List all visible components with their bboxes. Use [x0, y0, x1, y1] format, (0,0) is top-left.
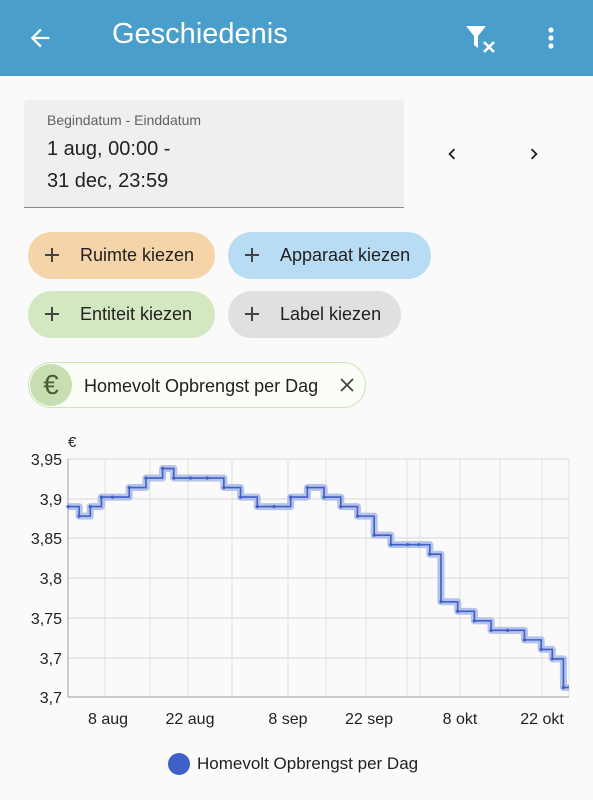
pick-area-button[interactable]: Ruimte kiezen [28, 232, 215, 279]
pick-device-label: Apparaat kiezen [280, 245, 411, 265]
chevron-left-icon [448, 148, 456, 160]
pick-area-label: Ruimte kiezen [80, 245, 195, 265]
x-tick-label: 22 aug [166, 711, 215, 728]
data-point [188, 476, 193, 480]
y-tick-label: 3,95 [31, 452, 62, 469]
selected-entity-label: Homevolt Opbrengst per Dag [84, 376, 319, 396]
more-options-button[interactable] [536, 20, 566, 56]
plus-icon [245, 307, 259, 321]
data-point [205, 476, 209, 480]
data-point [439, 600, 443, 604]
chart-legend[interactable]: Homevolt Opbrengst per Dag [168, 752, 418, 776]
date-range-end: 31 dec, 23:59 [47, 170, 169, 192]
y-tick-label: 3,9 [40, 492, 62, 509]
data-point [172, 476, 176, 480]
plus-icon [45, 307, 59, 321]
legend-label: Homevolt Opbrengst per Dag [197, 754, 419, 773]
data-point [522, 638, 527, 642]
data-point [66, 505, 70, 509]
y-tick-label: 3,75 [31, 611, 62, 628]
remove-entity-button[interactable] [334, 372, 360, 398]
data-point [389, 543, 393, 547]
data-point [88, 505, 92, 509]
x-tick-label: 22 okt [520, 711, 564, 728]
data-point [77, 514, 81, 518]
y-unit-label: € [68, 434, 77, 451]
plus-icon [245, 248, 259, 262]
more-vert-icon [548, 27, 554, 49]
next-period-button[interactable] [516, 136, 552, 172]
data-point [127, 485, 131, 490]
data-point [255, 505, 259, 509]
data-point [506, 628, 510, 632]
data-point [405, 543, 410, 547]
chevron-right-icon [530, 148, 538, 160]
x-tick-label: 8 sep [268, 711, 307, 728]
date-range-field[interactable]: Begindatum - Einddatum 1 aug, 00:00 - 31… [24, 100, 404, 208]
pick-label-label: Label kiezen [280, 304, 382, 324]
page-title: Geschiedenis [112, 18, 288, 50]
data-point [161, 466, 165, 471]
data-point [472, 619, 476, 623]
data-point [272, 505, 276, 509]
data-point [144, 476, 148, 480]
legend-swatch [168, 753, 190, 775]
data-point [550, 657, 554, 661]
y-tick-label: 3,7 [40, 651, 62, 668]
data-point [355, 514, 360, 518]
date-range-start: 1 aug, 00:00 - [47, 138, 171, 160]
pick-entity-label: Entiteit kiezen [80, 304, 193, 324]
date-range-label: Begindatum - Einddatum [47, 112, 202, 128]
y-tick-label: 3,7 [40, 690, 62, 707]
data-point [238, 495, 243, 499]
data-point [339, 505, 343, 509]
y-tick-label: 3,8 [40, 571, 62, 588]
data-point [222, 485, 226, 490]
data-point [289, 495, 293, 499]
clear-filter-button[interactable] [462, 20, 502, 56]
data-point [305, 485, 309, 490]
data-point [322, 495, 326, 499]
data-point [417, 543, 421, 547]
selected-entity-chip[interactable]: € Homevolt Opbrengst per Dag [28, 362, 366, 408]
pick-label-button[interactable]: Label kiezen [228, 291, 401, 338]
close-icon [340, 378, 354, 392]
plus-icon [45, 248, 59, 262]
euro-icon: € [30, 364, 72, 406]
data-point [110, 495, 115, 499]
y-tick-label: 3,85 [31, 531, 62, 548]
x-tick-label: 22 sep [345, 711, 393, 728]
filter-remove-icon [466, 26, 495, 53]
data-point [489, 628, 493, 632]
x-tick-label: 8 aug [88, 711, 128, 728]
history-chart[interactable]: 3,95 3,9 3,85 3,8 3,75 3,7 3,7 €8 aug 22 aug 8 se… [0, 425, 593, 735]
back-button[interactable] [22, 20, 58, 56]
app-bar: Geschiedenis [0, 0, 593, 76]
previous-period-button[interactable] [434, 136, 470, 172]
arrow-back-icon [30, 28, 50, 48]
data-point [561, 685, 566, 690]
pick-device-button[interactable]: Apparaat kiezen [228, 232, 431, 279]
data-point [456, 609, 460, 613]
data-point [539, 647, 543, 651]
x-tick-label: 8 okt [443, 711, 478, 728]
data-point [99, 495, 103, 499]
data-point [428, 552, 432, 556]
data-point [372, 533, 376, 537]
pick-entity-button[interactable]: Entiteit kiezen [28, 291, 215, 338]
